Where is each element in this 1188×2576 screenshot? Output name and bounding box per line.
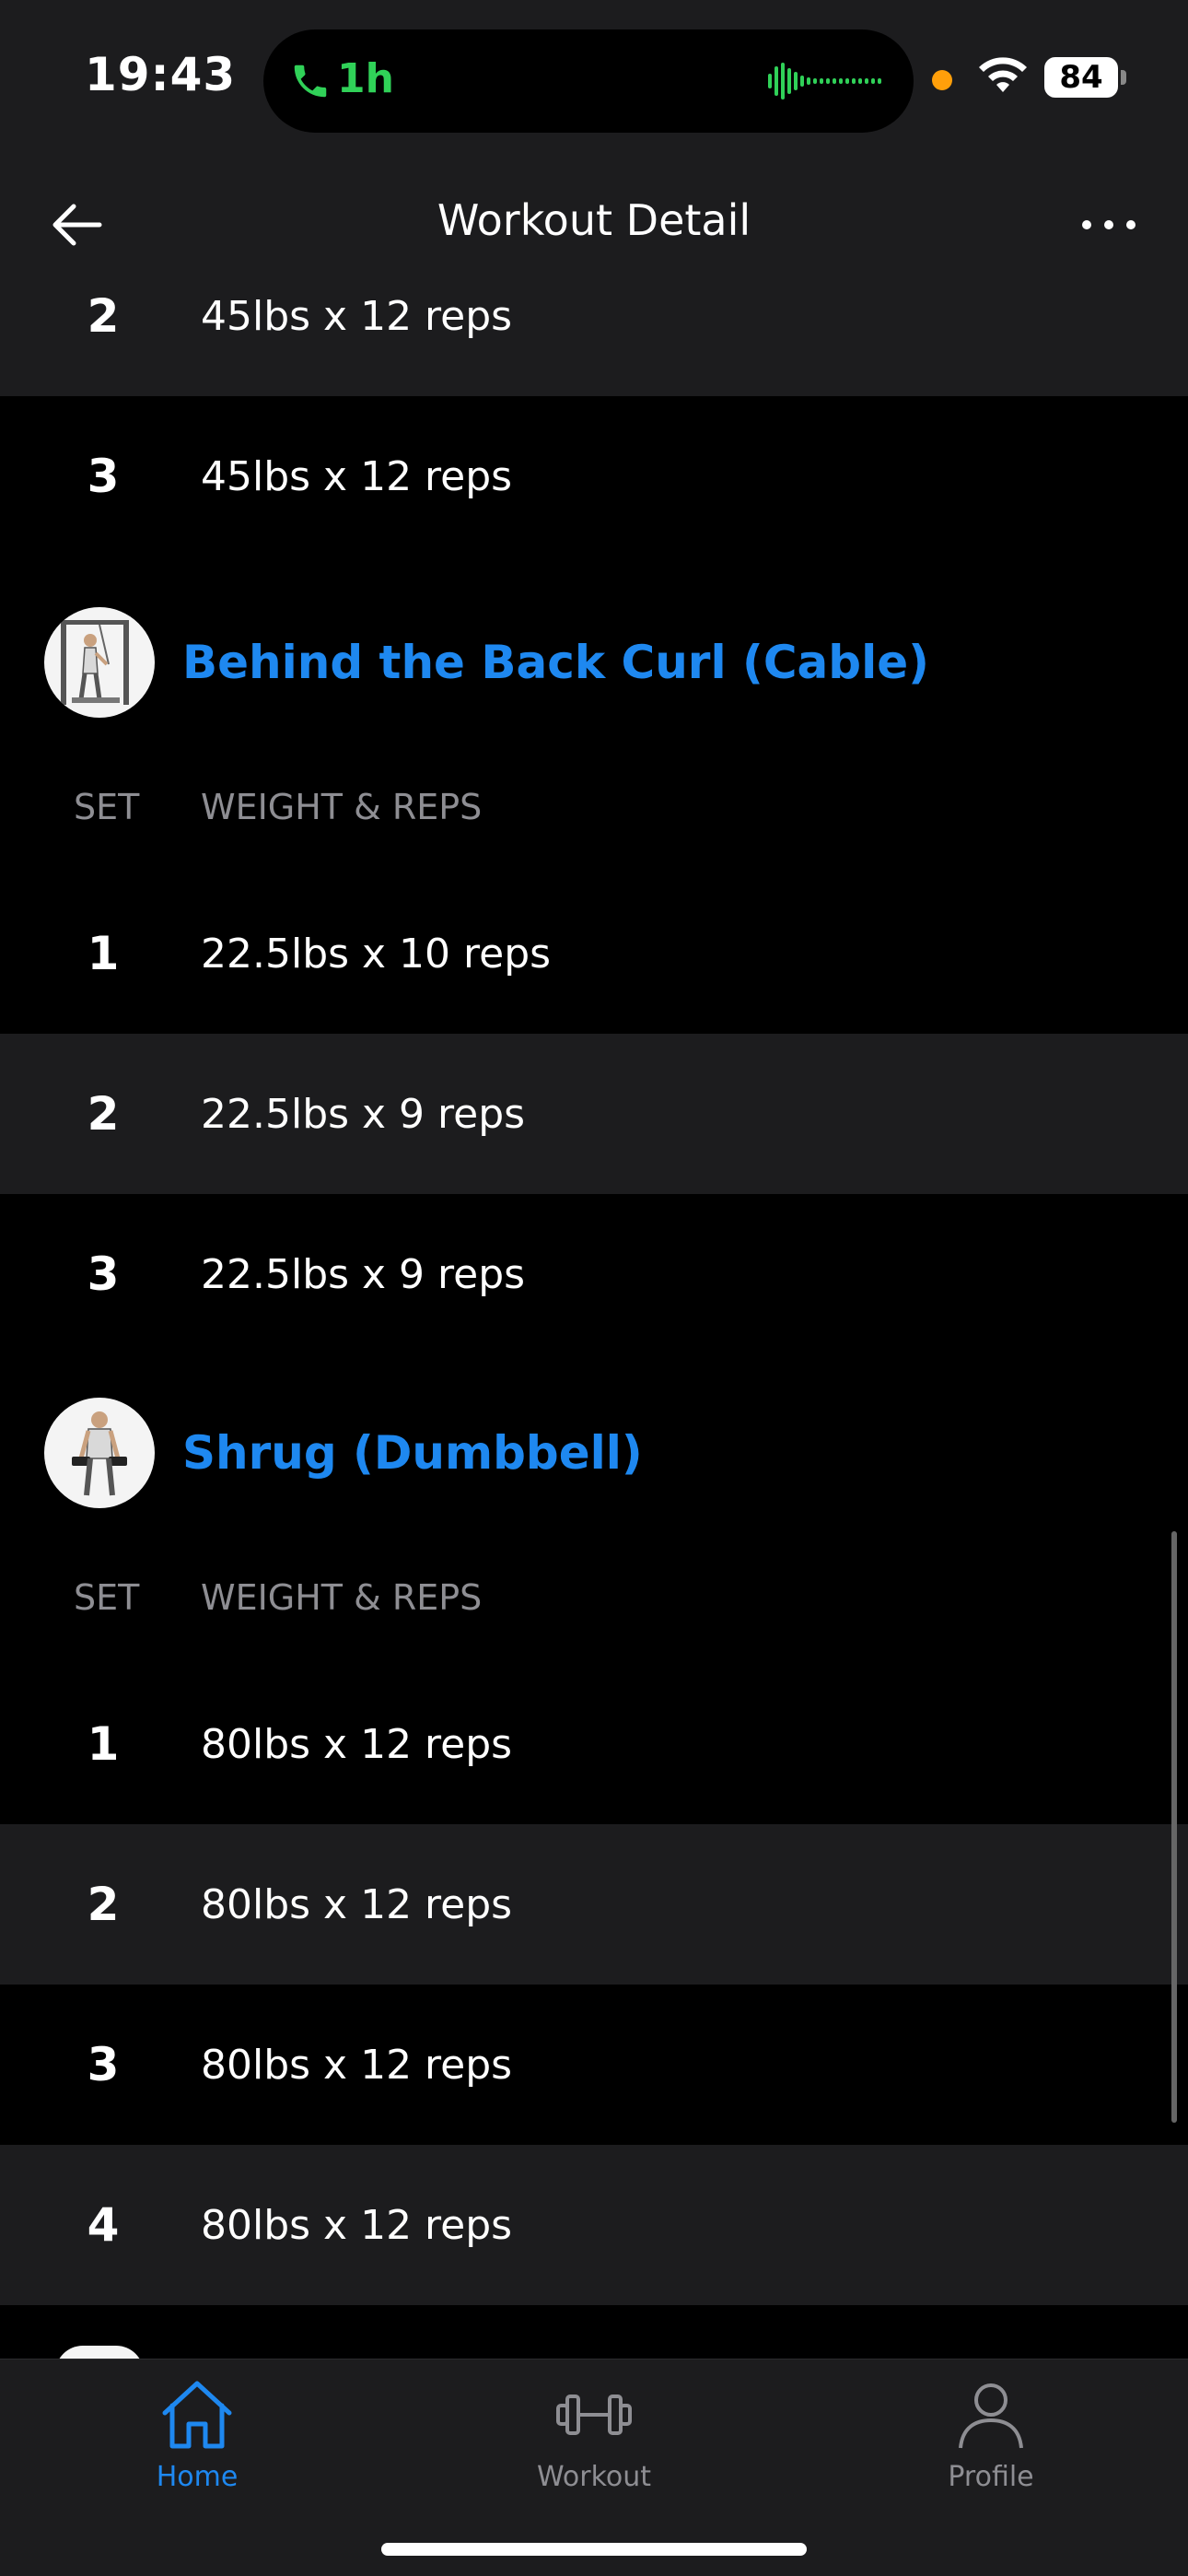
person-icon bbox=[959, 2383, 1023, 2449]
phone-icon bbox=[294, 64, 327, 98]
set-row: 4 80lbs x 12 reps bbox=[0, 2145, 1188, 2305]
exercise-header[interactable]: Shrug (Dumbbell) bbox=[0, 1384, 1188, 1522]
set-column-header: SET WEIGHT & REPS bbox=[0, 750, 1188, 861]
tab-home[interactable]: Home bbox=[96, 2378, 298, 2516]
set-column-label: SET bbox=[74, 1577, 140, 1618]
exercise-name[interactable]: Behind the Back Curl (Cable) bbox=[182, 636, 929, 689]
battery-cap bbox=[1121, 70, 1126, 85]
set-row: 3 80lbs x 12 reps bbox=[0, 1985, 1188, 2145]
tab-label: Workout bbox=[536, 2461, 652, 2493]
set-row: 1 22.5lbs x 10 reps bbox=[0, 873, 1188, 1034]
exercise-header[interactable]: Behind the Back Curl (Cable) bbox=[0, 593, 1188, 732]
set-column-header: SET WEIGHT & REPS bbox=[0, 1540, 1188, 1651]
set-weight-reps: 22.5lbs x 9 reps bbox=[201, 1090, 526, 1138]
set-column-label: SET bbox=[74, 787, 140, 827]
tab-label: Home bbox=[156, 2461, 239, 2493]
set-number: 2 bbox=[87, 1087, 120, 1141]
set-number: 1 bbox=[87, 927, 120, 980]
top-header: 19:43 1h 84 Workout Detail bbox=[0, 0, 1188, 293]
dumbbell-shrug-figure-icon bbox=[72, 1411, 127, 1496]
set-weight-reps: 80lbs x 12 reps bbox=[201, 1880, 513, 1928]
set-weight-reps: 45lbs x 12 reps bbox=[201, 292, 513, 340]
dynamic-island-call[interactable]: 1h bbox=[263, 29, 914, 133]
tab-workout[interactable]: Workout bbox=[493, 2378, 695, 2516]
battery-indicator: 84 bbox=[1044, 57, 1118, 98]
scrollbar[interactable] bbox=[1171, 1531, 1177, 2123]
set-weight-reps: 80lbs x 12 reps bbox=[201, 1720, 513, 1768]
set-number: 2 bbox=[87, 289, 120, 343]
weight-reps-column-label: WEIGHT & REPS bbox=[201, 1577, 483, 1618]
set-row: 2 22.5lbs x 9 reps bbox=[0, 1034, 1188, 1194]
set-number: 3 bbox=[87, 1247, 120, 1301]
set-row: 3 45lbs x 12 reps bbox=[0, 396, 1188, 556]
call-duration: 1h bbox=[337, 55, 394, 102]
set-weight-reps: 22.5lbs x 9 reps bbox=[201, 1250, 526, 1298]
wifi-icon bbox=[979, 57, 1027, 92]
set-weight-reps: 45lbs x 12 reps bbox=[201, 452, 513, 500]
set-weight-reps: 22.5lbs x 10 reps bbox=[201, 930, 552, 978]
privacy-indicator-dot bbox=[932, 70, 952, 90]
exercise-name[interactable]: Shrug (Dumbbell) bbox=[182, 1426, 643, 1480]
dumbbell-icon bbox=[556, 2395, 632, 2435]
workout-content[interactable]: 2 45lbs x 12 reps 3 45lbs x 12 reps Behi… bbox=[0, 236, 1188, 2359]
set-row: 1 80lbs x 12 reps bbox=[0, 1664, 1188, 1824]
set-row: 3 22.5lbs x 9 reps bbox=[0, 1194, 1188, 1354]
set-weight-reps: 80lbs x 12 reps bbox=[201, 2041, 513, 2089]
set-number: 3 bbox=[87, 2038, 120, 2091]
app-screen: 2 45lbs x 12 reps 3 45lbs x 12 reps Behi… bbox=[0, 0, 1188, 2576]
tab-label: Profile bbox=[948, 2461, 1034, 2493]
page-title: Workout Detail bbox=[437, 195, 751, 245]
weight-reps-column-label: WEIGHT & REPS bbox=[201, 787, 483, 827]
set-weight-reps: 80lbs x 12 reps bbox=[201, 2201, 513, 2249]
home-icon bbox=[162, 2381, 232, 2449]
tab-profile[interactable]: Profile bbox=[890, 2378, 1092, 2516]
set-row: 2 80lbs x 12 reps bbox=[0, 1824, 1188, 1985]
more-options-icon[interactable] bbox=[1079, 214, 1138, 236]
set-number: 2 bbox=[87, 1878, 120, 1931]
set-number: 1 bbox=[87, 1717, 120, 1771]
set-number: 3 bbox=[87, 450, 120, 503]
exercise-thumbnail bbox=[44, 607, 155, 718]
home-indicator[interactable] bbox=[381, 2543, 807, 2556]
set-number: 4 bbox=[87, 2198, 120, 2252]
status-time: 19:43 bbox=[85, 48, 237, 101]
audio-waveform-icon bbox=[768, 63, 881, 100]
cable-curl-figure-icon bbox=[61, 620, 129, 705]
exercise-thumbnail bbox=[44, 1398, 155, 1508]
